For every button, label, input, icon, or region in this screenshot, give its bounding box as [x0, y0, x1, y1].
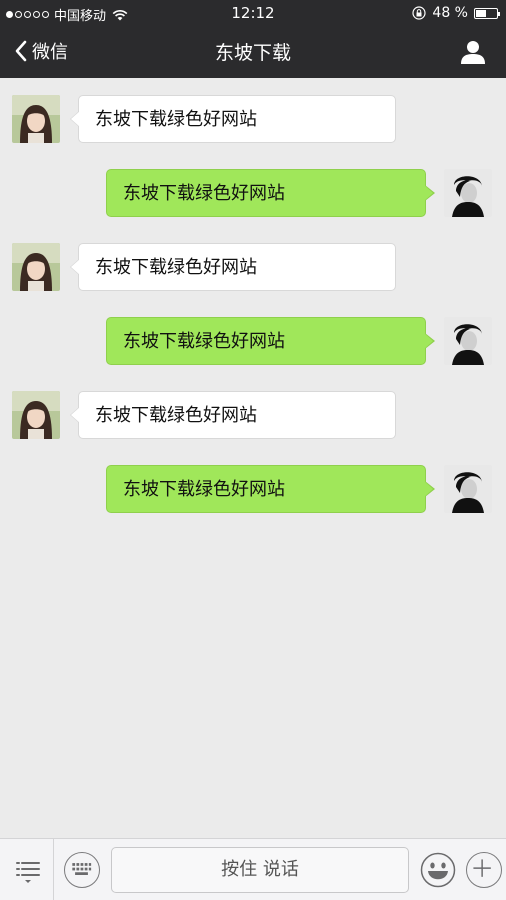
hold-to-talk-button[interactable]: 按住 说话: [111, 847, 409, 893]
divider: [53, 839, 54, 900]
incoming-message-bubble[interactable]: 东坡下载绿色好网站: [70, 95, 396, 143]
status-bar: 中国移动 12:12 48 %: [0, 0, 506, 26]
orientation-lock-icon: [412, 6, 427, 20]
message-text: 东坡下载绿色好网站: [95, 257, 257, 278]
user-avatar[interactable]: [444, 169, 492, 217]
message-text: 东坡下载绿色好网站: [95, 109, 257, 130]
contact-avatar[interactable]: [12, 95, 60, 143]
keyboard-icon: [72, 863, 92, 875]
hold-to-talk-label: 按住 说话: [221, 859, 299, 880]
smiley-icon[interactable]: [420, 852, 456, 888]
battery-area: 48 %: [412, 5, 500, 21]
message-row: 东坡下载绿色好网站: [0, 391, 506, 441]
message-text: 东坡下载绿色好网站: [123, 331, 285, 352]
input-bar: 按住 说话: [0, 838, 506, 900]
user-avatar[interactable]: [444, 465, 492, 513]
keyboard-toggle-button[interactable]: [64, 852, 100, 888]
battery-icon: [474, 7, 500, 19]
message-text: 东坡下载绿色好网站: [123, 183, 285, 204]
back-button[interactable]: 微信: [14, 38, 68, 64]
contact-avatar[interactable]: [12, 391, 60, 439]
message-row: 东坡下载绿色好网站: [0, 169, 506, 219]
outgoing-message-bubble[interactable]: 东坡下载绿色好网站: [106, 465, 435, 513]
message-row: 东坡下载绿色好网站: [0, 95, 506, 145]
outgoing-message-bubble[interactable]: 东坡下载绿色好网站: [106, 169, 435, 217]
message-text: 东坡下载绿色好网站: [123, 479, 285, 500]
incoming-message-bubble[interactable]: 东坡下载绿色好网站: [70, 243, 396, 291]
message-row: 东坡下载绿色好网站: [0, 465, 506, 515]
message-list[interactable]: 东坡下载绿色好网站 东坡下载绿色好网站 东坡下载绿色好网站 东坡下载绿色好网站 …: [0, 78, 506, 838]
message-row: 东坡下载绿色好网站: [0, 317, 506, 367]
chevron-left-icon: [15, 40, 27, 62]
message-text: 东坡下载绿色好网站: [95, 405, 257, 426]
app-header: 中国移动 12:12 48 % 微信 东坡下载: [0, 0, 506, 78]
incoming-message-bubble[interactable]: 东坡下载绿色好网站: [70, 391, 396, 439]
person-icon[interactable]: [460, 39, 486, 65]
contact-avatar[interactable]: [12, 243, 60, 291]
navigation-bar: 微信 东坡下载: [0, 26, 506, 78]
plus-icon: [473, 859, 491, 877]
message-row: 东坡下载绿色好网站: [0, 243, 506, 293]
outgoing-message-bubble[interactable]: 东坡下载绿色好网站: [106, 317, 435, 365]
menu-list-icon[interactable]: [14, 857, 42, 885]
chat-title: 东坡下载: [214, 42, 291, 64]
user-avatar[interactable]: [444, 317, 492, 365]
back-label: 微信: [32, 42, 68, 63]
battery-percent: 48 %: [432, 5, 468, 21]
more-options-button[interactable]: [466, 852, 502, 888]
